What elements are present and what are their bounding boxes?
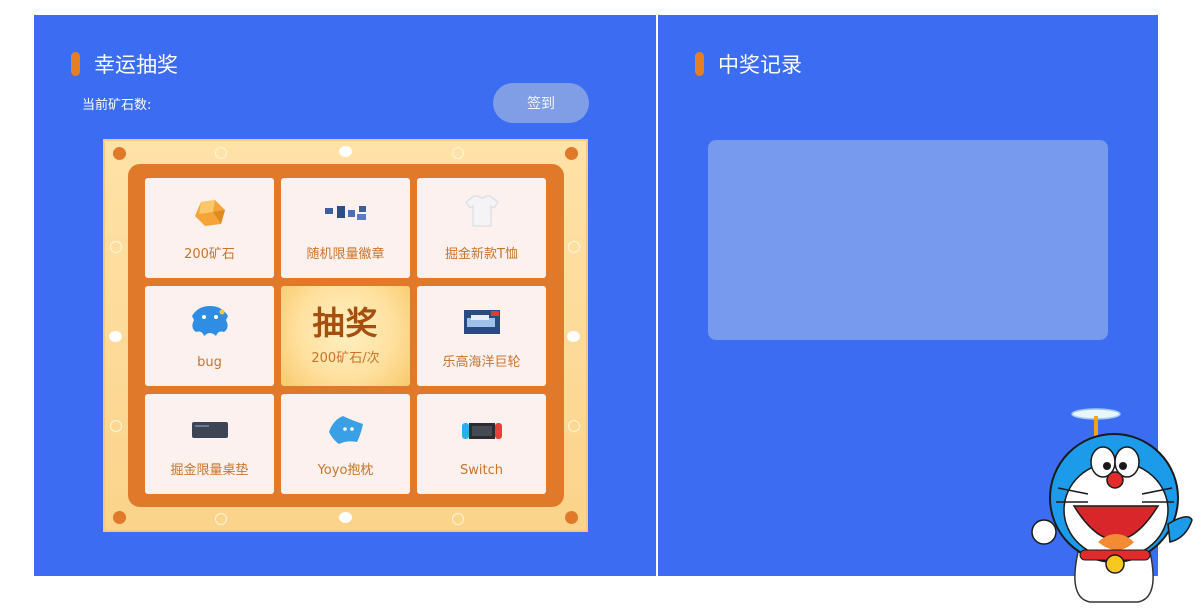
prize-label: Switch <box>460 463 503 478</box>
lottery-panel: 幸运抽奖 当前矿石数: 签到 200矿石 随机限量徽章 掘金新款T恤 bug 抽… <box>34 15 656 576</box>
board-light-icon <box>113 511 126 524</box>
board-light-icon <box>109 331 122 342</box>
desk-mat-icon <box>191 422 228 438</box>
board-light-icon <box>339 512 352 523</box>
board-light-icon <box>110 420 122 432</box>
tshirt-icon <box>464 195 499 227</box>
prize-cell-bug[interactable]: bug <box>145 286 274 386</box>
board-light-icon <box>215 147 227 159</box>
lottery-title-text: 幸运抽奖 <box>94 53 178 77</box>
prize-cell-yoyo[interactable]: Yoyo抱枕 <box>281 394 410 494</box>
lottery-board: 200矿石 随机限量徽章 掘金新款T恤 bug 抽奖 200矿石/次 乐高海洋巨… <box>103 139 588 532</box>
yoyo-pillow-icon <box>328 416 363 444</box>
prize-label: 随机限量徽章 <box>306 247 385 262</box>
ore-icon <box>194 200 225 226</box>
board-light-icon <box>339 146 352 157</box>
records-title-text: 中奖记录 <box>718 53 802 77</box>
board-light-icon <box>568 420 580 432</box>
records-title: 中奖记录 <box>695 49 802 79</box>
prize-label: 200矿石 <box>184 247 235 262</box>
prize-cell-deskmat[interactable]: 掘金限量桌垫 <box>145 394 274 494</box>
lego-box-icon <box>463 310 500 334</box>
prize-label: Yoyo抱枕 <box>317 463 374 478</box>
switch-console-icon <box>461 423 502 439</box>
prize-cell-ore[interactable]: 200矿石 <box>145 178 274 278</box>
ore-count-label: 当前矿石数: <box>82 98 152 113</box>
prize-cell-lego[interactable]: 乐高海洋巨轮 <box>417 286 546 386</box>
prize-cell-tshirt[interactable]: 掘金新款T恤 <box>417 178 546 278</box>
records-list[interactable] <box>708 140 1108 340</box>
board-light-icon <box>565 147 578 160</box>
board-light-icon <box>565 511 578 524</box>
board-light-icon <box>452 513 464 525</box>
draw-button[interactable]: 抽奖 200矿石/次 <box>281 286 410 386</box>
board-light-icon <box>567 331 580 342</box>
prize-cell-badges[interactable]: 随机限量徽章 <box>281 178 410 278</box>
board-light-icon <box>110 241 122 253</box>
board-light-icon <box>452 147 464 159</box>
title-accent-bar <box>695 52 704 76</box>
prize-label: bug <box>197 355 222 370</box>
prize-label: 掘金限量桌垫 <box>170 463 249 478</box>
lottery-title: 幸运抽奖 <box>71 49 178 79</box>
badges-icon <box>324 206 366 220</box>
doraemon-mascot-icon <box>1031 408 1193 603</box>
title-accent-bar <box>71 52 80 76</box>
board-light-icon <box>113 147 126 160</box>
board-light-icon <box>568 241 580 253</box>
prize-grid: 200矿石 随机限量徽章 掘金新款T恤 bug 抽奖 200矿石/次 乐高海洋巨… <box>128 164 564 507</box>
board-light-icon <box>215 513 227 525</box>
prize-cell-switch[interactable]: Switch <box>417 394 546 494</box>
prize-label: 掘金新款T恤 <box>445 247 518 262</box>
checkin-button[interactable]: 签到 <box>493 83 589 123</box>
draw-cost: 200矿石/次 <box>311 350 380 366</box>
draw-title: 抽奖 <box>312 303 379 342</box>
prize-label: 乐高海洋巨轮 <box>442 355 521 370</box>
bug-icon <box>191 306 228 336</box>
